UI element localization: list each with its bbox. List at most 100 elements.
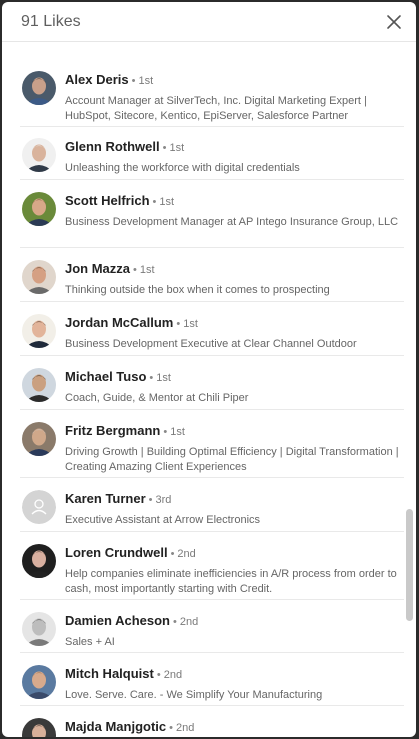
person-name[interactable]: Loren Crundwell xyxy=(65,545,168,560)
person-headline: Help companies eliminate inefficiencies … xyxy=(65,568,397,595)
avatar[interactable] xyxy=(22,612,56,646)
connection-degree: 2nd xyxy=(175,722,195,734)
avatar[interactable] xyxy=(22,665,56,699)
list-item[interactable]: Michael Tuso • 1st Coach, Guide, & Mentor a… xyxy=(20,356,404,410)
name-line: Glenn Rothwell • 1st xyxy=(65,138,404,157)
person-name[interactable]: Jon Mazza xyxy=(65,261,130,276)
person-details: Jon Mazza • 1st Thinking outside the box wh… xyxy=(65,260,404,298)
avatar[interactable] xyxy=(22,544,56,578)
avatar[interactable] xyxy=(22,71,56,105)
person-details: Jordan McCallum • 1st Business Development … xyxy=(65,314,404,352)
connection-degree: 1st xyxy=(169,142,185,154)
connection-degree: 1st xyxy=(139,264,155,276)
person-name[interactable]: Fritz Bergmann xyxy=(65,423,160,438)
person-headline: Coach, Guide, & Mentor at Chili Piper xyxy=(65,392,249,404)
name-line: Mitch Halquist • 2nd xyxy=(65,665,404,684)
name-line: Majda Manjgotic • 2nd xyxy=(65,718,404,737)
person-headline: Unleashing the workforce with digital cr… xyxy=(65,162,300,174)
avatar[interactable] xyxy=(22,192,56,226)
connection-degree: 3rd xyxy=(155,494,172,506)
person-headline: Sales + AI xyxy=(65,636,115,648)
separator-dot: • xyxy=(152,196,157,208)
separator-dot: • xyxy=(163,426,168,438)
avatar[interactable] xyxy=(22,368,56,402)
avatar[interactable] xyxy=(22,422,56,456)
close-icon[interactable] xyxy=(382,10,406,34)
avatar[interactable] xyxy=(22,718,56,737)
separator-dot: • xyxy=(133,264,137,276)
scrollbar[interactable] xyxy=(406,46,414,733)
person-name[interactable]: Jordan McCallum xyxy=(65,315,173,330)
person-name[interactable]: Glenn Rothwell xyxy=(65,139,160,154)
separator-dot: • xyxy=(170,548,175,560)
name-line: Fritz Bergmann • 1st xyxy=(65,422,404,441)
likes-modal: 91 Likes Alex Deris • 1st Account Manager a… xyxy=(2,2,416,737)
list-item[interactable]: Alex Deris • 1st Account Manager at SilverT… xyxy=(20,58,404,127)
name-line: Karen Turner • 3rd xyxy=(65,490,404,509)
connection-degree: 2nd xyxy=(177,548,196,560)
person-headline: Account Manager at SilverTech, Inc. Digi… xyxy=(65,95,367,122)
list-item[interactable]: Jon Mazza • 1st Thinking outside the box wh… xyxy=(20,248,404,302)
person-name[interactable]: Karen Turner xyxy=(65,491,146,506)
name-line: Jordan McCallum • 1st xyxy=(65,314,404,333)
list-item[interactable]: Mitch Halquist • 2nd Love. Serve. Care. - W… xyxy=(20,653,404,706)
name-line: Jon Mazza • 1st xyxy=(65,260,404,279)
person-name[interactable]: Mitch Halquist xyxy=(65,666,154,681)
connection-degree: 2nd xyxy=(179,616,199,628)
person-details: Scott Helfrich • 1st Business Development M… xyxy=(65,192,404,230)
separator-dot: • xyxy=(156,669,161,681)
scrollbar-thumb[interactable] xyxy=(406,509,413,621)
name-line: Michael Tuso • 1st xyxy=(65,368,404,387)
name-line: Alex Deris • 1st xyxy=(65,71,404,90)
name-line: Scott Helfrich • 1st xyxy=(65,192,404,211)
avatar[interactable] xyxy=(22,314,56,348)
separator-dot: • xyxy=(148,494,153,506)
list-item[interactable]: Loren Crundwell • 2nd Help companies elimin… xyxy=(20,532,404,600)
person-details: Mitch Halquist • 2nd Love. Serve. Care. - W… xyxy=(65,665,404,703)
likes-list[interactable]: Alex Deris • 1st Account Manager at SilverT… xyxy=(2,46,404,737)
list-item[interactable]: Glenn Rothwell • 1st Unleashing the workfor… xyxy=(20,127,404,180)
list-item[interactable]: Damien Acheson • 2nd Sales + AI xyxy=(20,600,404,653)
person-name[interactable]: Michael Tuso xyxy=(65,369,146,384)
person-headline: Driving Growth | Building Optimal Effici… xyxy=(65,446,399,473)
connection-degree: 1st xyxy=(170,426,185,438)
person-details: Glenn Rothwell • 1st Unleashing the workfor… xyxy=(65,138,404,176)
list-item[interactable]: Scott Helfrich • 1st Business Development M… xyxy=(20,180,404,248)
separator-dot: • xyxy=(169,722,173,734)
person-headline: Business Development Manager at AP Integ… xyxy=(65,216,399,228)
person-details: Michael Tuso • 1st Coach, Guide, & Mentor a… xyxy=(65,368,404,406)
avatar[interactable] xyxy=(22,138,56,172)
list-item[interactable]: Fritz Bergmann • 1st Driving Growth | Build… xyxy=(20,410,404,478)
list-item[interactable]: Majda Manjgotic•2ndBPO Solutions Adviser… xyxy=(20,706,404,737)
person-details: Majda Manjgotic•2ndBPO Solutions Adviser… xyxy=(65,718,404,737)
person-name[interactable]: Scott Helfrich xyxy=(65,193,150,208)
separator-dot: • xyxy=(149,372,154,384)
connection-degree: 2nd xyxy=(163,669,183,681)
person-name[interactable]: Alex Deris xyxy=(65,72,129,87)
connection-degree: 1st xyxy=(183,318,198,330)
person-details: Damien Acheson • 2nd Sales + AI xyxy=(65,612,404,650)
person-details: Fritz Bergmann • 1st Driving Growth | Build… xyxy=(65,422,404,475)
person-name[interactable]: Majda Manjgotic xyxy=(65,719,166,734)
person-headline: Business Development Executive at Clear … xyxy=(65,338,357,350)
avatar[interactable] xyxy=(22,260,56,294)
separator-dot: • xyxy=(131,75,136,87)
name-line: Damien Acheson • 2nd xyxy=(65,612,404,631)
connection-degree: 1st xyxy=(159,196,175,208)
person-headline: Love. Serve. Care. - We Simplify Your Ma… xyxy=(65,689,323,701)
person-headline: Thinking outside the box when it comes t… xyxy=(65,284,330,296)
person-placeholder-icon[interactable] xyxy=(22,490,56,524)
person-name[interactable]: Damien Acheson xyxy=(65,613,170,628)
modal-header: 91 Likes xyxy=(2,2,416,42)
person-details: Alex Deris • 1st Account Manager at SilverT… xyxy=(65,71,404,124)
modal-title: 91 Likes xyxy=(21,12,81,30)
list-item[interactable]: Karen Turner • 3rd Executive Assistant at A… xyxy=(20,478,404,532)
name-line: Loren Crundwell • 2nd xyxy=(65,544,404,563)
separator-dot: • xyxy=(162,142,167,154)
person-headline: Executive Assistant at Arrow Electronics xyxy=(65,514,261,526)
list-item[interactable]: Jordan McCallum • 1st Business Development … xyxy=(20,302,404,356)
person-details: Loren Crundwell • 2nd Help companies elimin… xyxy=(65,544,404,597)
connection-degree: 1st xyxy=(138,75,154,87)
separator-dot: • xyxy=(176,318,181,330)
person-details: Karen Turner • 3rd Executive Assistant at A… xyxy=(65,490,404,528)
